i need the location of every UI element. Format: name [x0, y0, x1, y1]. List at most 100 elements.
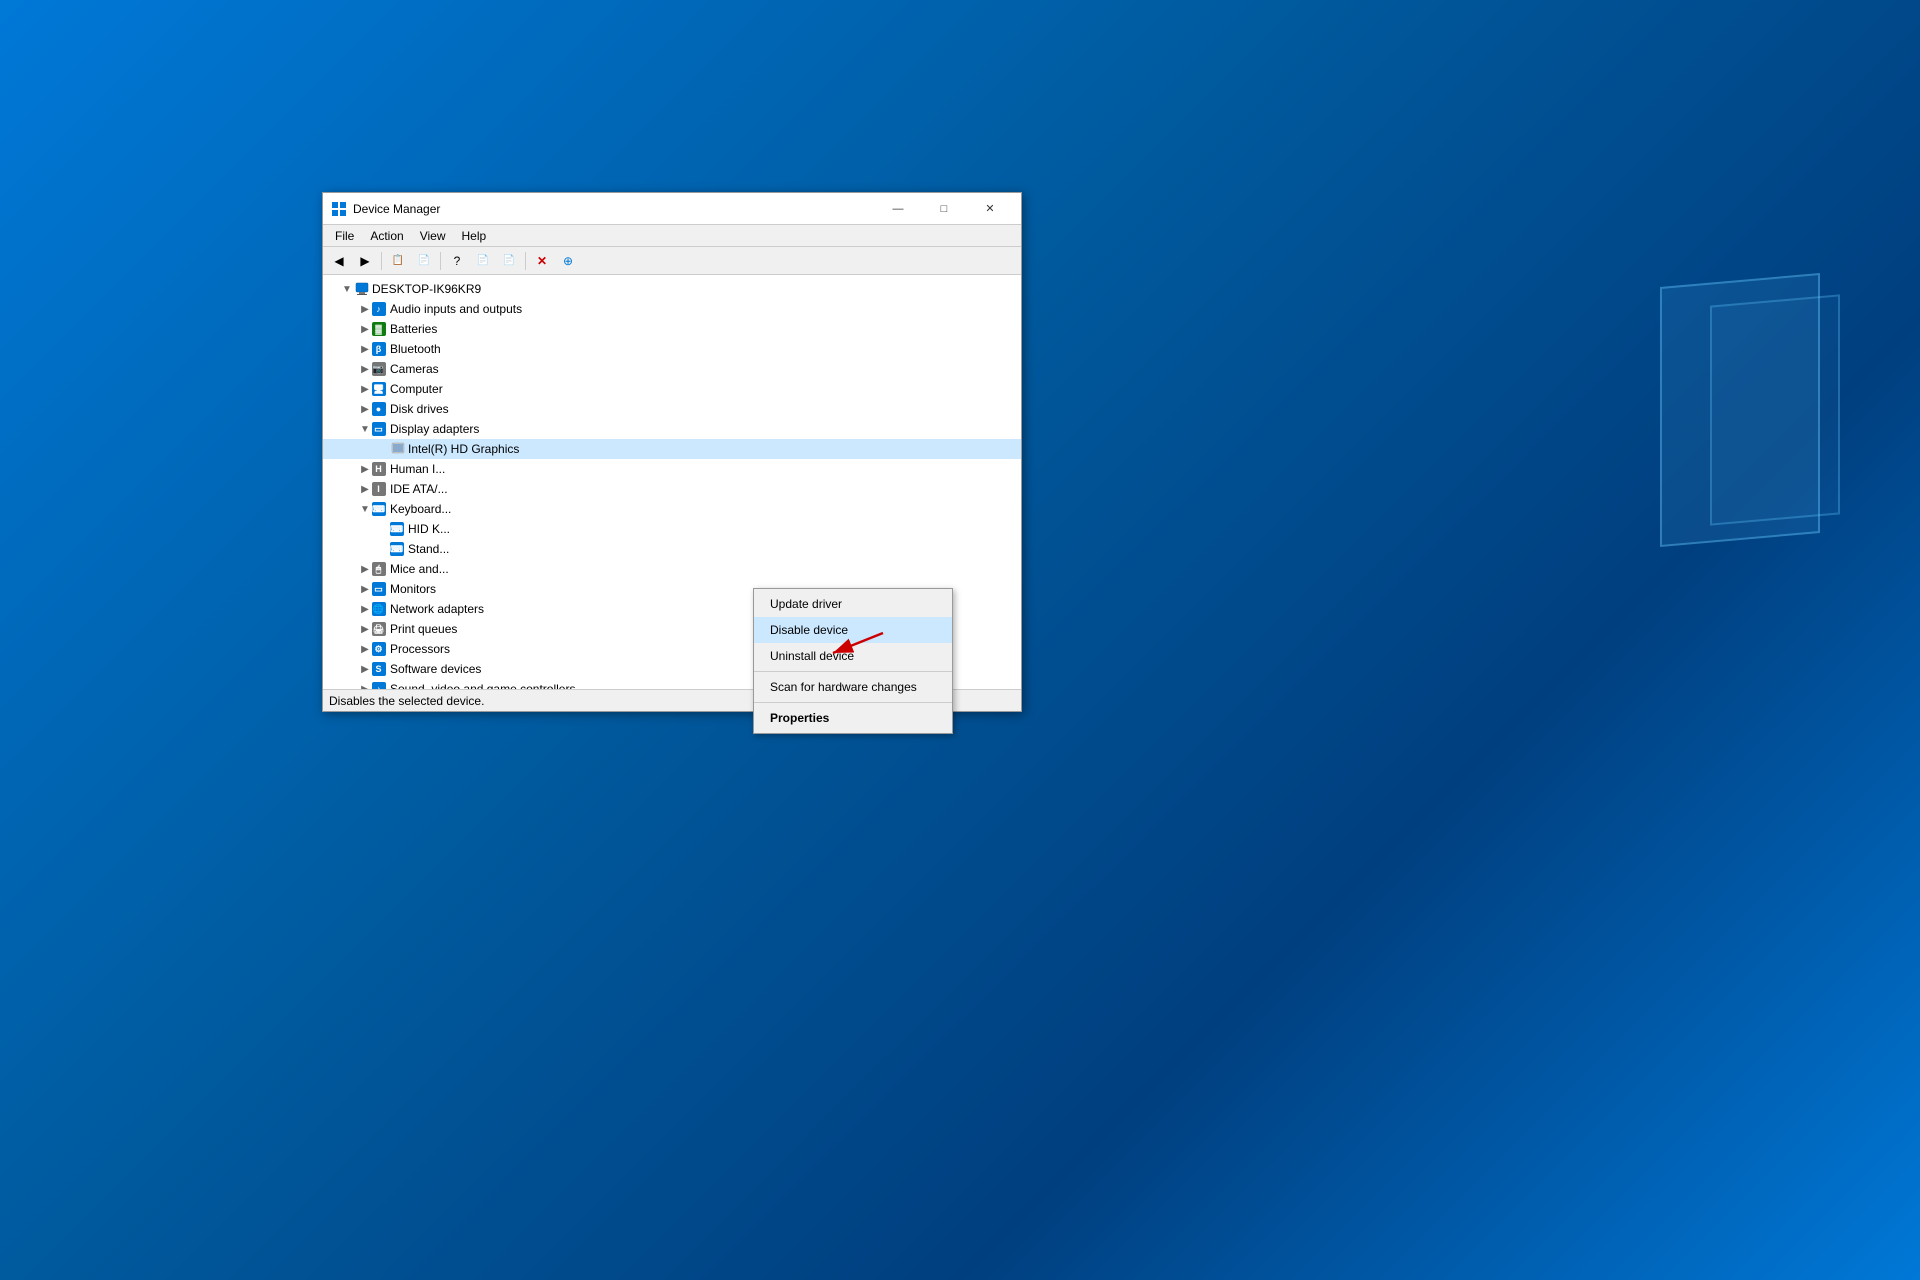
- close-button[interactable]: ✕: [967, 193, 1013, 225]
- print-chevron: ▶: [359, 623, 371, 635]
- properties-button[interactable]: 📋: [386, 250, 410, 272]
- tree-item-std-keyboard[interactable]: ▶ ⌨ Stand...: [323, 539, 1021, 559]
- monitors-label: Monitors: [390, 582, 436, 596]
- ide-icon: I: [373, 482, 387, 496]
- window-icon: [331, 201, 347, 217]
- tree-root-label: DESKTOP-IK96KR9: [372, 282, 481, 296]
- sound-label: Sound, video and game controllers: [390, 682, 575, 689]
- tree-item-hid[interactable]: ▶ H Human I...: [323, 459, 1021, 479]
- context-scan-hardware[interactable]: Scan for hardware changes: [754, 674, 952, 700]
- display-label: Display adapters: [390, 422, 479, 436]
- menu-help[interactable]: Help: [454, 227, 495, 245]
- menu-action[interactable]: Action: [362, 227, 411, 245]
- bluetooth-icon: β: [373, 342, 387, 356]
- processors-chevron: ▶: [359, 643, 371, 655]
- menu-view[interactable]: View: [412, 227, 454, 245]
- status-text: Disables the selected device.: [329, 694, 484, 708]
- network-chevron: ▶: [359, 603, 371, 615]
- audio-label: Audio inputs and outputs: [390, 302, 522, 316]
- network-icon: 🌐: [373, 602, 387, 616]
- root-icon: [355, 282, 369, 296]
- resources-button[interactable]: 📄: [497, 250, 521, 272]
- audio-icon: ♪: [373, 302, 387, 316]
- mice-label: Mice and...: [390, 562, 449, 576]
- intel-icon: [391, 442, 405, 456]
- forward-button[interactable]: ▶: [353, 250, 377, 272]
- processors-label: Processors: [390, 642, 450, 656]
- window-controls: — □ ✕: [875, 193, 1013, 225]
- software-chevron: ▶: [359, 663, 371, 675]
- mice-chevron: ▶: [359, 563, 371, 575]
- tree-item-batteries[interactable]: ▶ ▓ Batteries: [323, 319, 1021, 339]
- arrow-annotation: [813, 623, 893, 663]
- toolbar-separator-2: [440, 252, 441, 270]
- processors-icon: ⚙: [373, 642, 387, 656]
- bg-decoration-2: [1710, 294, 1840, 525]
- scan-button[interactable]: ⊕: [556, 250, 580, 272]
- audio-chevron: ▶: [359, 303, 371, 315]
- back-button[interactable]: ◀: [327, 250, 351, 272]
- batteries-chevron: ▶: [359, 323, 371, 335]
- context-properties[interactable]: Properties: [754, 705, 952, 731]
- batteries-label: Batteries: [390, 322, 437, 336]
- network-label: Network adapters: [390, 602, 484, 616]
- toolbar-separator-1: [381, 252, 382, 270]
- tree-item-intel-gpu[interactable]: ▶ Intel(R) HD Graphics: [323, 439, 1021, 459]
- tree-item-keyboards[interactable]: ▼ ⌨ Keyboard...: [323, 499, 1021, 519]
- minimize-button[interactable]: —: [875, 193, 921, 225]
- device-manager-window: Device Manager — □ ✕ File Action View He…: [322, 192, 1022, 712]
- hid-kb-label: HID K...: [408, 522, 450, 536]
- hid-icon: H: [373, 462, 387, 476]
- keyboards-label: Keyboard...: [390, 502, 451, 516]
- root-chevron: ▼: [341, 283, 353, 295]
- tree-item-ide[interactable]: ▶ I IDE ATA/...: [323, 479, 1021, 499]
- display-icon: ▭: [373, 422, 387, 436]
- context-update-driver[interactable]: Update driver: [754, 591, 952, 617]
- tree-item-computer[interactable]: ▶ 🖥 Computer: [323, 379, 1021, 399]
- context-separator-2: [754, 702, 952, 703]
- software-icon: S: [373, 662, 387, 676]
- print-label: Print queues: [390, 622, 457, 636]
- hid-kb-icon: ⌨: [391, 522, 405, 536]
- tree-item-hid-keyboard[interactable]: ▶ ⌨ HID K...: [323, 519, 1021, 539]
- ide-label: IDE ATA/...: [390, 482, 448, 496]
- ide-chevron: ▶: [359, 483, 371, 495]
- bluetooth-label: Bluetooth: [390, 342, 441, 356]
- hid-label: Human I...: [390, 462, 445, 476]
- menu-file[interactable]: File: [327, 227, 362, 245]
- sound-icon: ♪: [373, 682, 387, 689]
- toolbar-separator-3: [525, 252, 526, 270]
- tree-item-display[interactable]: ▼ ▭ Display adapters: [323, 419, 1021, 439]
- cameras-icon: 📷: [373, 362, 387, 376]
- mice-icon: 🖱: [373, 562, 387, 576]
- tree-item-cameras[interactable]: ▶ 📷 Cameras: [323, 359, 1021, 379]
- disk-label: Disk drives: [390, 402, 449, 416]
- std-kb-icon: ⌨: [391, 542, 405, 556]
- tree-item-bluetooth[interactable]: ▶ β Bluetooth: [323, 339, 1021, 359]
- intel-label: Intel(R) HD Graphics: [408, 442, 519, 456]
- monitors-icon: ▭: [373, 582, 387, 596]
- view-button[interactable]: 📄: [471, 250, 495, 272]
- window-title: Device Manager: [353, 202, 875, 216]
- uninstall-button[interactable]: ✕: [530, 250, 554, 272]
- std-kb-label: Stand...: [408, 542, 449, 556]
- tree-item-audio[interactable]: ▶ ♪ Audio inputs and outputs: [323, 299, 1021, 319]
- update-driver-button[interactable]: 📄: [412, 250, 436, 272]
- disk-icon: ●: [373, 402, 387, 416]
- toolbar: ◀ ▶ 📋 📄 ? 📄 📄 ✕ ⊕: [323, 247, 1021, 275]
- maximize-button[interactable]: □: [921, 193, 967, 225]
- software-label: Software devices: [390, 662, 481, 676]
- monitors-chevron: ▶: [359, 583, 371, 595]
- tree-root[interactable]: ▼ DESKTOP-IK96KR9: [323, 279, 1021, 299]
- bluetooth-chevron: ▶: [359, 343, 371, 355]
- tree-item-disk[interactable]: ▶ ● Disk drives: [323, 399, 1021, 419]
- title-bar: Device Manager — □ ✕: [323, 193, 1021, 225]
- keyboards-chevron: ▼: [359, 503, 371, 515]
- cameras-label: Cameras: [390, 362, 439, 376]
- cameras-chevron: ▶: [359, 363, 371, 375]
- computer-label: Computer: [390, 382, 443, 396]
- keyboards-icon: ⌨: [373, 502, 387, 516]
- help-button[interactable]: ?: [445, 250, 469, 272]
- tree-item-mice[interactable]: ▶ 🖱 Mice and...: [323, 559, 1021, 579]
- display-chevron: ▼: [359, 423, 371, 435]
